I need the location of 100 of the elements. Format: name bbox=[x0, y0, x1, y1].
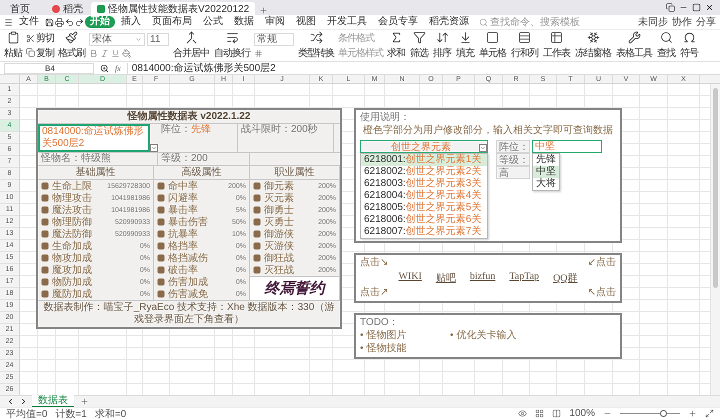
formula-field[interactable]: 0814000:命运试炼佛形关500层2 bbox=[126, 62, 716, 74]
stat-name: 伤害加成 bbox=[168, 276, 208, 288]
stat-name: 暴击伤害 bbox=[168, 216, 208, 228]
plus-icon bbox=[259, 6, 268, 15]
dropdown-option[interactable]: 大将 bbox=[533, 178, 559, 190]
ribbon-button[interactable]: 填充 bbox=[455, 31, 475, 60]
font-size-select[interactable]: 11 bbox=[147, 32, 169, 46]
dropdown-option[interactable]: 6218003:创世之界元素3关 bbox=[361, 178, 487, 190]
stat-name: 生命加成 bbox=[52, 240, 92, 252]
menu-tab[interactable]: 页面布局 bbox=[147, 16, 197, 28]
number-format-select[interactable]: 常规 bbox=[254, 32, 294, 46]
menu-tab[interactable]: 数据 bbox=[229, 16, 259, 28]
position-label: 阵位： bbox=[161, 124, 191, 135]
dropdown-option[interactable]: 中坚 bbox=[533, 166, 559, 178]
stat-name: 物防加成 bbox=[52, 276, 92, 288]
menu-tab[interactable]: 视图 bbox=[291, 16, 321, 28]
stat-name: 御元素 bbox=[264, 180, 294, 192]
zoom-slider-thumb[interactable] bbox=[660, 410, 668, 417]
number-icon bbox=[254, 49, 263, 58]
format-painter-button[interactable]: 格式刷 bbox=[57, 31, 86, 60]
menu-tab[interactable]: 审阅 bbox=[260, 16, 290, 28]
paste-button[interactable]: 粘贴 bbox=[3, 31, 23, 60]
toolbar-action[interactable]: 未同步 bbox=[638, 15, 668, 29]
tool-icon bbox=[412, 31, 426, 44]
ribbon-button[interactable]: 工作表 bbox=[542, 31, 571, 60]
print-icon bbox=[55, 18, 64, 26]
menu-tab[interactable]: 插入 bbox=[116, 16, 146, 28]
stat-name: 格挡率 bbox=[168, 240, 198, 252]
ribbon-button[interactable]: 查找 bbox=[656, 31, 676, 60]
stat-name: 魔法防御 bbox=[52, 228, 92, 240]
dropdown-option[interactable]: 6218001:创世之界元素1关 bbox=[361, 154, 487, 166]
browser-tab[interactable]: 稻壳 bbox=[46, 2, 89, 15]
name-box[interactable]: B4 bbox=[4, 62, 94, 74]
caret-icon bbox=[480, 145, 486, 151]
dropdown-option[interactable]: 先锋 bbox=[533, 154, 559, 166]
scissors-icon bbox=[26, 34, 35, 43]
fill-icon bbox=[122, 49, 131, 58]
link[interactable]: 贴吧 bbox=[436, 271, 456, 285]
table-footer: 数据表制作：喵宝子_RyaEco 技术支持：Xhe 数据版本：330（游戏登录界面左下角查看） bbox=[38, 301, 340, 327]
ribbon-button[interactable]: 行和列 bbox=[510, 31, 539, 60]
fx-label: fx bbox=[115, 64, 121, 72]
wrap-button[interactable]: 自动换行 bbox=[213, 31, 251, 60]
stat-name: 灭狂战 bbox=[264, 264, 294, 277]
link[interactable]: bizfun bbox=[470, 271, 496, 285]
copy-icon bbox=[26, 48, 35, 58]
menu-tab[interactable]: 会员专享 bbox=[373, 16, 423, 28]
tool-icon bbox=[586, 31, 600, 44]
menu-tab[interactable]: 公式 bbox=[198, 16, 228, 28]
maximize-icon bbox=[692, 3, 701, 12]
next-icon bbox=[19, 397, 28, 406]
ribbon-button[interactable]: 排序 bbox=[432, 31, 452, 60]
ribbon-button[interactable]: 表格工具 bbox=[615, 31, 653, 60]
stat-name: 命中率 bbox=[168, 180, 198, 192]
sheet-tab[interactable]: 数据表 bbox=[32, 395, 74, 408]
dropdown-button[interactable] bbox=[479, 144, 487, 152]
todo-item: • 优化关卡输入 bbox=[450, 329, 518, 342]
stat-name: 伤害减免 bbox=[168, 288, 208, 301]
save-icon bbox=[45, 18, 54, 26]
cut-button[interactable]: 剪切 bbox=[26, 31, 54, 46]
copy-button[interactable]: 复制 bbox=[26, 46, 54, 60]
previous-icon bbox=[6, 397, 15, 406]
merge-icon bbox=[184, 31, 198, 44]
redo-icon bbox=[75, 18, 84, 26]
zoom-level: 100% bbox=[569, 408, 595, 419]
dropdown-option[interactable]: 6218005:创世之界元素5关 bbox=[361, 202, 487, 214]
stat-name: 灭勇士 bbox=[264, 216, 294, 228]
zoom-icon bbox=[100, 64, 109, 72]
ribbon-button[interactable]: 冻结窗格 bbox=[574, 31, 612, 60]
position-value: 先锋 bbox=[191, 124, 211, 135]
link[interactable]: QQ群 bbox=[553, 271, 578, 285]
merge-button[interactable]: 合并居中 bbox=[172, 31, 210, 60]
stat-name: 物理防御 bbox=[52, 216, 92, 228]
scrollbar[interactable] bbox=[710, 84, 720, 395]
bold-icon bbox=[89, 49, 98, 58]
browser-tab[interactable]: 怪物属性技能数据表V20220122 bbox=[91, 2, 256, 15]
dropdown-option[interactable]: 6218006:创世之界元素6关 bbox=[361, 214, 487, 226]
toolbar-action[interactable]: 分享 bbox=[696, 15, 716, 29]
ribbon-button[interactable]: 求和 bbox=[386, 31, 406, 60]
stat-name: 灭元素 bbox=[264, 192, 294, 204]
browser-tab[interactable]: 首页 bbox=[4, 2, 44, 15]
dropdown-option[interactable]: 6218004:创世之界元素4关 bbox=[361, 190, 487, 202]
menu-tab[interactable]: 开发工具 bbox=[322, 16, 372, 28]
ribbon-button[interactable]: 符号 bbox=[679, 31, 699, 60]
link[interactable]: WIKI bbox=[398, 271, 422, 285]
dropdown-option[interactable]: 6218002:创世之界元素2关 bbox=[361, 166, 487, 178]
instruction-text: 橙色字部分为用户修改部分，输入相关文字即可查询数据 bbox=[362, 124, 614, 137]
ribbon-button[interactable]: 单元格 bbox=[478, 31, 507, 60]
ribbon-button[interactable]: 筛选 bbox=[409, 31, 429, 60]
dropdown-option[interactable]: 6218007:创世之界元素7关 bbox=[361, 226, 487, 238]
menu-tab[interactable]: 稻壳资源 bbox=[424, 16, 474, 28]
file-menu[interactable]: 文件 bbox=[14, 16, 44, 28]
tool-icon bbox=[518, 31, 531, 44]
toolbar-action[interactable]: 协作 bbox=[672, 15, 692, 29]
font-select[interactable]: 宋体 bbox=[89, 32, 145, 46]
tool-icon bbox=[628, 31, 640, 44]
link[interactable]: TapTap bbox=[509, 271, 540, 285]
stat-name: 格挡减伤 bbox=[168, 252, 208, 264]
dropdown-button[interactable] bbox=[150, 144, 158, 152]
convert-button[interactable]: 类型转换 bbox=[297, 31, 335, 60]
corner-hint: ↙点击 bbox=[588, 257, 616, 269]
